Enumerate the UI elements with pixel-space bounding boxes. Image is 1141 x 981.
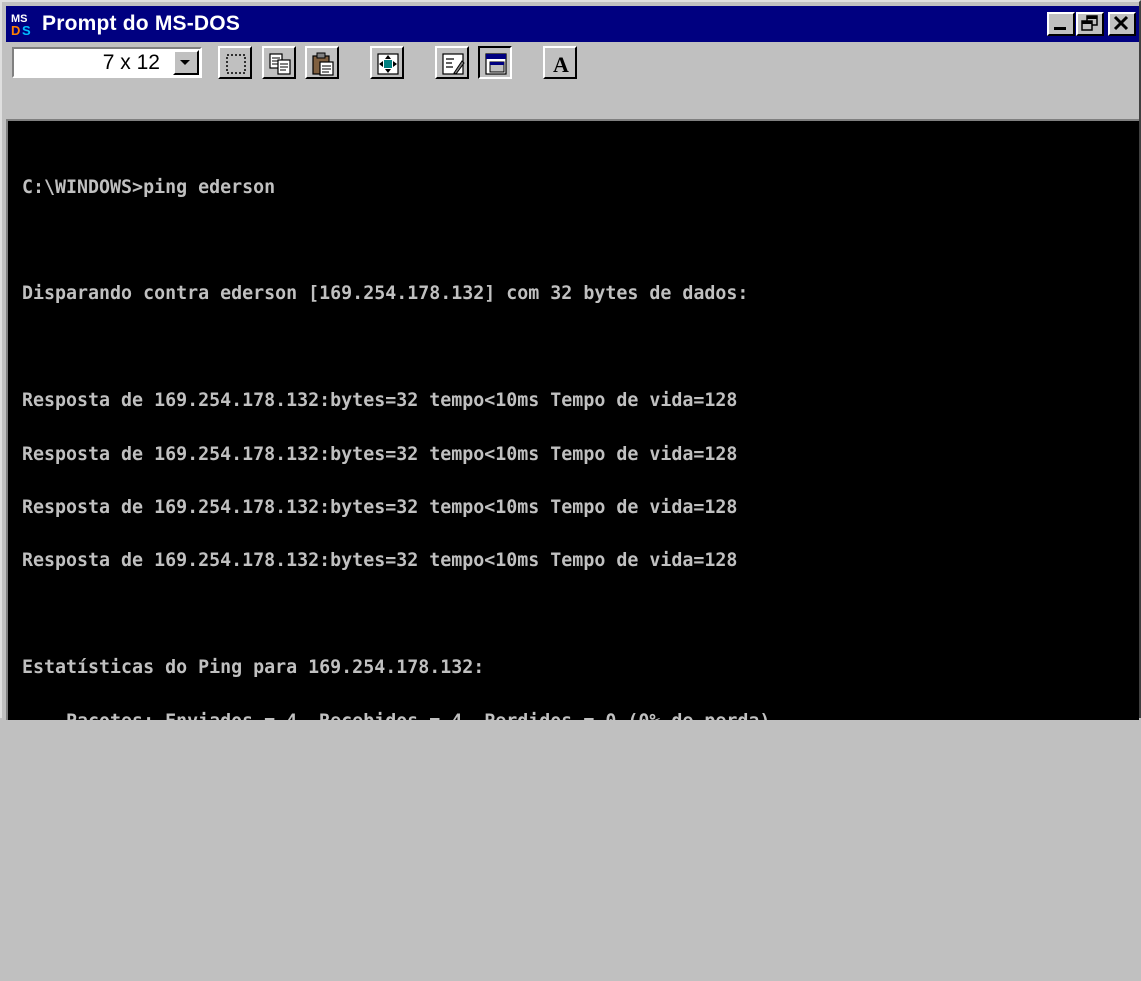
console-line: Resposta de 169.254.178.132:bytes=32 tem… xyxy=(22,390,738,412)
svg-text:D: D xyxy=(11,23,20,37)
close-icon xyxy=(1113,15,1129,31)
mark-button[interactable] xyxy=(218,46,252,79)
title-bar[interactable]: MS D S Prompt do MS-DOS xyxy=(6,6,1139,42)
window-title: Prompt do MS-DOS xyxy=(42,12,241,35)
ms-dos-icon[interactable]: MS D S xyxy=(10,11,36,38)
background-button[interactable] xyxy=(478,46,512,79)
dropdown-button[interactable] xyxy=(173,50,199,75)
console-text: C:\WINDOWS>ping ederson Disparando contr… xyxy=(22,143,781,979)
toolbar: 7 x 12 A xyxy=(6,44,1139,116)
console-line: Tempos aproximados de ida e volta em mil… xyxy=(22,763,584,785)
paste-button[interactable] xyxy=(305,46,339,79)
font-size-select[interactable]: 7 x 12 xyxy=(12,47,202,78)
restore-button[interactable] xyxy=(1076,12,1104,36)
font-size-value: 7 x 12 xyxy=(102,51,160,74)
console-line: Resposta de 169.254.178.132:bytes=32 tem… xyxy=(22,496,738,518)
properties-icon xyxy=(442,53,465,75)
console-line: Mínimo = 0ms, Máximo = 0ms, Média = 0ms xyxy=(22,817,518,839)
font-icon: A xyxy=(553,52,569,77)
console-line: C:\WINDOWS>ping ederson xyxy=(22,176,276,198)
console-line: Pacotes: Enviados = 4, Recebidos = 4, Pe… xyxy=(22,710,782,732)
minimize-button[interactable] xyxy=(1047,12,1075,36)
properties-button[interactable] xyxy=(435,46,469,79)
msdos-window: MS D S Prompt do MS-DOS 7 x 12 A C:\WIND… xyxy=(0,0,1141,944)
fullscreen-button[interactable] xyxy=(370,46,404,79)
console-line: Resposta de 169.254.178.132:bytes=32 tem… xyxy=(22,443,738,465)
svg-text:A: A xyxy=(553,52,569,77)
svg-text:S: S xyxy=(22,23,31,37)
copy-button[interactable] xyxy=(262,46,296,79)
chevron-down-icon xyxy=(180,60,190,65)
copy-icon xyxy=(269,53,291,75)
console-line: Disparando contra ederson [169.254.178.1… xyxy=(22,283,749,305)
fullscreen-icon xyxy=(377,53,399,75)
paste-icon xyxy=(312,52,334,76)
console-output[interactable]: C:\WINDOWS>ping ederson Disparando contr… xyxy=(6,119,1139,944)
mark-icon xyxy=(226,54,246,74)
close-button[interactable] xyxy=(1108,12,1136,36)
console-line: Estatísticas do Ping para 169.254.178.13… xyxy=(22,657,485,679)
console-prompt: C:\WINDOWS> xyxy=(22,924,144,946)
background-icon xyxy=(485,53,507,75)
font-button[interactable]: A xyxy=(543,46,577,79)
minimize-icon xyxy=(1054,27,1066,30)
console-line: Resposta de 169.254.178.132:bytes=32 tem… xyxy=(22,550,738,572)
restore-icon xyxy=(1081,15,1098,31)
